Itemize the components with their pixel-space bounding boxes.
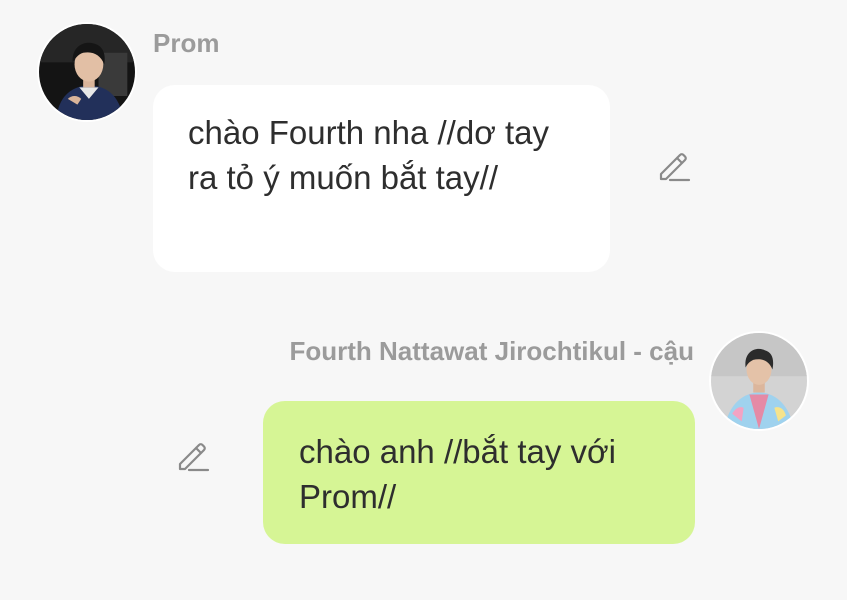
message-bubble-received[interactable]: chào Fourth nha //dơ tay ra tỏ ý muốn bắ… <box>153 85 610 272</box>
edit-icon[interactable] <box>174 438 210 474</box>
pencil-edit-icon <box>659 153 691 182</box>
avatar-prom[interactable] <box>37 22 137 122</box>
message-bubble-sent[interactable]: chào anh //bắt tay với Prom// <box>263 401 695 544</box>
pencil-edit-icon <box>178 443 210 472</box>
avatar-fourth[interactable] <box>709 331 809 431</box>
sender-name-prom: Prom <box>153 28 220 58</box>
avatar-photo-fourth <box>711 333 807 429</box>
edit-icon[interactable] <box>655 148 691 184</box>
avatar-photo-prom <box>39 24 135 120</box>
sender-name-fourth: Fourth Nattawat Jirochtikul - cậu <box>289 336 695 366</box>
